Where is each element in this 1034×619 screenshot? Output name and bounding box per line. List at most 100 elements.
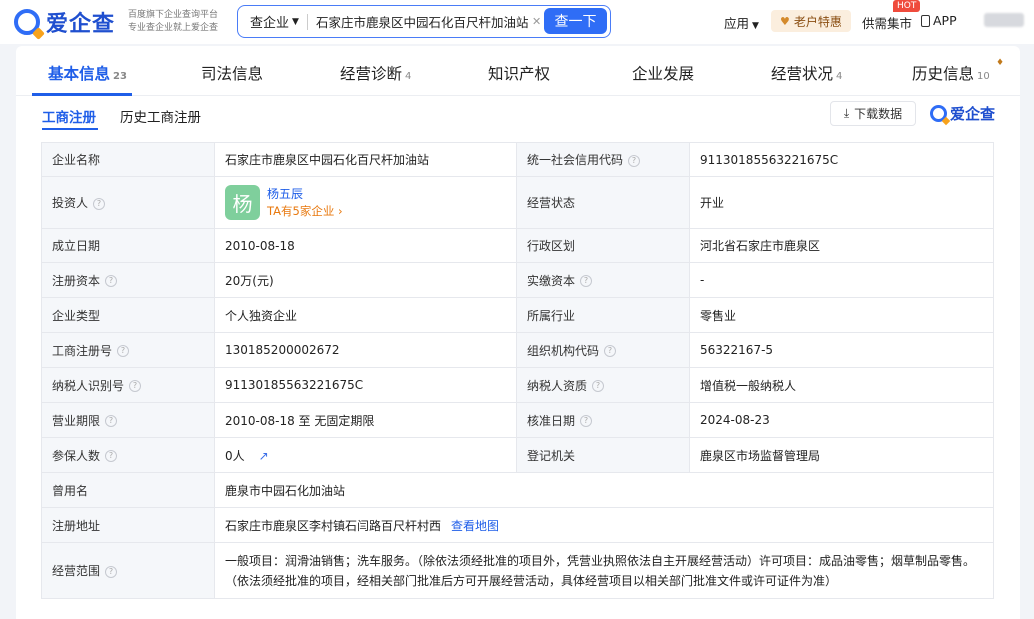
logo-mark-icon	[930, 105, 947, 122]
scope-line-2: （依法须经批准的项目，经相关部门批准后方可开展经营活动，具体经营项目以相关部门批…	[225, 573, 838, 588]
user-avatar[interactable]	[984, 13, 1024, 27]
scope-label: 经营范围	[52, 564, 101, 578]
type-value: 个人独资企业	[214, 297, 517, 333]
tab-label: 知识产权	[488, 65, 551, 83]
search-input[interactable]	[315, 14, 528, 29]
help-icon[interactable]: ?	[592, 380, 605, 392]
download-button[interactable]: ⤓ 下载数据	[830, 101, 916, 126]
help-icon[interactable]: ?	[105, 450, 118, 462]
table-row: 成立日期 2010-08-18 行政区划 河北省石家庄市鹿泉区	[41, 228, 994, 263]
table-row: 注册资本? 20万(元) 实缴资本? -	[41, 262, 994, 298]
paid-capital-label-cell: 实缴资本?	[516, 262, 690, 298]
approval-value: 2024-08-23	[689, 402, 994, 438]
founded-label: 成立日期	[41, 228, 215, 263]
search-divider	[306, 13, 308, 30]
app-menu-label: 应用	[724, 16, 750, 31]
investor-avatar[interactable]: 杨	[225, 185, 260, 220]
tab-count: 4	[405, 71, 412, 82]
insured-label-cell: 参保人数?	[41, 437, 215, 473]
registration-info-table: 企业名称 石家庄市鹿泉区中园石化百尺杆加油站 统一社会信用代码? 9113018…	[41, 142, 994, 599]
status-label: 经营状态	[516, 176, 690, 229]
active-subtab-indicator	[42, 128, 98, 130]
logo-mark-icon	[14, 9, 40, 35]
clear-icon[interactable]: ✕	[532, 15, 541, 28]
tax-id-label-cell: 纳税人识别号?	[41, 367, 215, 403]
company-name-value: 石家庄市鹿泉区中园石化百尺杆加油站	[214, 142, 517, 177]
credit-code-label-cell: 统一社会信用代码?	[516, 142, 690, 177]
region-value: 河北省石家庄市鹿泉区	[689, 228, 994, 263]
org-code-label: 组织机构代码	[527, 343, 600, 358]
taxpayer-value: 增值税一般纳税人	[689, 367, 994, 403]
tab-development[interactable]: 企业发展	[632, 62, 694, 84]
tax-id-value: 91130185563221675C	[214, 367, 517, 403]
investor-name-link[interactable]: 杨五辰	[267, 186, 343, 202]
region-label: 行政区划	[516, 228, 690, 263]
term-value: 2010-08-18 至 无固定期限	[214, 402, 517, 438]
tab-judicial-info[interactable]: 司法信息	[201, 62, 263, 84]
help-icon[interactable]: ?	[129, 380, 142, 392]
help-icon[interactable]: ?	[580, 415, 593, 427]
credit-code-label: 统一社会信用代码	[527, 153, 624, 167]
org-code-value: 56322167-5	[689, 332, 994, 368]
investor-companies-link[interactable]: TA有5家企业 ›	[267, 202, 343, 220]
help-icon[interactable]: ?	[93, 197, 106, 210]
subtab-registration[interactable]: 工商注册	[42, 106, 96, 126]
address-label: 注册地址	[41, 507, 215, 543]
help-icon[interactable]: ?	[117, 345, 130, 357]
address-cell: 石家庄市鹿泉区李村镇石闫路百尺杆村西 查看地图	[214, 507, 994, 543]
founded-value: 2010-08-18	[214, 228, 517, 263]
search-button[interactable]: 查一下	[544, 8, 607, 34]
former-name-label: 曾用名	[41, 472, 215, 508]
subtab-history-registration[interactable]: 历史工商注册	[120, 106, 201, 126]
term-label-cell: 营业期限?	[41, 402, 215, 438]
scope-line-1: 一般项目：润滑油销售；洗车服务。（除依法须经批准的项目外，凭营业执照依法自主开展…	[225, 553, 976, 568]
tab-business-diagnosis[interactable]: 经营诊断 4	[340, 62, 411, 84]
capital-label-cell: 注册资本?	[41, 262, 215, 298]
supply-market-link[interactable]: 供需集市	[862, 13, 912, 32]
table-row: 企业名称 石家庄市鹿泉区中园石化百尺杆加油站 统一社会信用代码? 9113018…	[41, 142, 994, 177]
help-icon[interactable]: ?	[105, 275, 118, 287]
scope-cell: 一般项目：润滑油销售；洗车服务。（除依法须经批准的项目外，凭营业执照依法自主开展…	[214, 542, 994, 599]
vip-offer-button[interactable]: ♥ 老户特惠	[771, 10, 851, 32]
trend-chart-icon[interactable]: ↗	[259, 449, 269, 463]
tab-operation-status[interactable]: 经营状况 4	[771, 62, 842, 84]
vip-crown-icon: ♦	[996, 58, 1005, 68]
brand-logo-small: 爱企查	[930, 103, 995, 124]
logo-text: 爱企查	[46, 12, 116, 37]
tax-id-label: 纳税人识别号	[52, 378, 125, 393]
capital-label: 注册资本	[52, 273, 101, 288]
reg-no-value: 130185200002672	[214, 332, 517, 368]
app-download-label: APP	[933, 13, 957, 28]
tab-label: 企业发展	[632, 65, 695, 83]
tab-intellectual-property[interactable]: 知识产权	[488, 62, 550, 84]
app-download-link[interactable]: APP	[921, 13, 957, 28]
investor-cell: 杨 杨五辰 TA有5家企业 ›	[214, 176, 517, 229]
industry-label: 所属行业	[516, 297, 690, 333]
search-type-dropdown[interactable]: 查企业 ▼	[238, 12, 299, 31]
hot-badge: HOT	[893, 0, 921, 12]
help-icon[interactable]: ?	[604, 345, 617, 357]
investor-companies-label: TA有5家企业	[267, 203, 335, 218]
table-row: 工商注册号? 130185200002672 组织机构代码? 56322167-…	[41, 332, 994, 368]
help-icon[interactable]: ?	[105, 565, 118, 578]
search-bar: 查企业 ▼ ✕ 查一下	[237, 5, 611, 38]
insured-label: 参保人数	[52, 448, 101, 463]
table-row: 参保人数? 0人 ↗ 登记机关 鹿泉区市场监督管理局	[41, 437, 994, 473]
authority-label: 登记机关	[516, 437, 690, 473]
table-row: 曾用名 鹿泉市中园石化加油站	[41, 472, 994, 508]
view-map-link[interactable]: 查看地图	[451, 519, 499, 533]
chevron-down-icon: ▼	[752, 21, 759, 31]
brand-text: 爱企查	[950, 105, 996, 123]
tab-label: 经营诊断	[340, 65, 403, 83]
term-label: 营业期限	[52, 413, 101, 428]
slogan-line-2: 专业查企业就上爱企查	[128, 23, 219, 33]
site-logo[interactable]: 爱企查	[14, 6, 115, 38]
tab-label: 基本信息	[48, 65, 111, 83]
help-icon[interactable]: ?	[580, 275, 593, 287]
app-menu[interactable]: 应用 ▼	[724, 13, 759, 32]
help-icon[interactable]: ?	[105, 415, 118, 427]
help-icon[interactable]: ?	[628, 154, 641, 167]
tab-history-info[interactable]: 历史信息 10	[912, 62, 990, 84]
tab-basic-info[interactable]: 基本信息 23	[48, 62, 127, 84]
insured-cell: 0人 ↗	[214, 437, 517, 473]
